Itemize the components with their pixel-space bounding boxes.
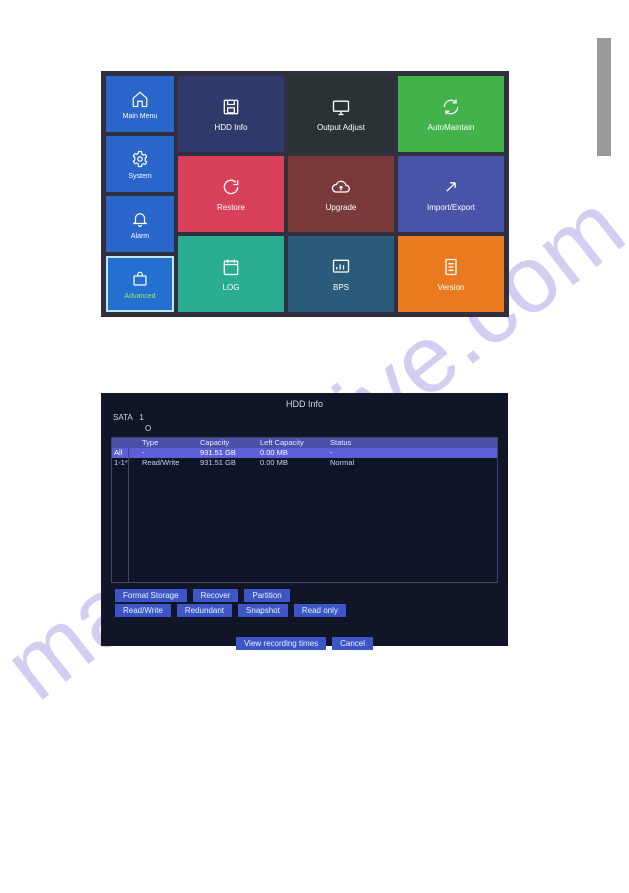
sata-status-row: O (109, 422, 500, 433)
calendar-icon (221, 257, 241, 277)
tile-label: Restore (217, 203, 245, 212)
tile-label: LOG (223, 283, 240, 292)
tile-log[interactable]: LOG (178, 236, 284, 312)
sidebar-item-system[interactable]: System (106, 136, 174, 192)
cell-status: - (330, 448, 398, 458)
table-vertical-separator (128, 448, 129, 582)
tile-upgrade[interactable]: Upgrade (288, 156, 394, 232)
tile-import-export[interactable]: Import/Export (398, 156, 504, 232)
action-row-1: Format Storage Recover Partition (115, 589, 494, 602)
cell-capacity: 931.51 GB (200, 448, 260, 458)
partition-button[interactable]: Partition (244, 589, 289, 602)
side-marker (597, 38, 611, 156)
dvr-dashboard: Main Menu System Alarm Advanced HDD I (101, 71, 509, 317)
bell-icon (130, 209, 150, 229)
dialog-title: HDD Info (109, 399, 500, 411)
col-capacity: Capacity (200, 438, 260, 448)
col-type: Type (142, 438, 200, 448)
tile-label: Version (438, 283, 465, 292)
sata-status: O (145, 424, 151, 433)
sidebar-label-system: System (128, 173, 151, 180)
cell-type: - (142, 448, 200, 458)
cloud-up-icon (331, 177, 351, 197)
tile-label: BPS (333, 283, 349, 292)
readonly-button[interactable]: Read only (294, 604, 346, 617)
tile-label: Output Adjust (317, 123, 365, 132)
sata-value: 1 (139, 413, 143, 422)
cell-type: Read/Write (142, 458, 200, 468)
sidebar-item-alarm[interactable]: Alarm (106, 196, 174, 252)
tile-output-adjust[interactable]: Output Adjust (288, 76, 394, 152)
monitor-icon (331, 97, 351, 117)
sata-row: SATA 1 (109, 411, 500, 422)
chart-icon (331, 257, 351, 277)
sidebar-item-main-menu[interactable]: Main Menu (106, 76, 174, 132)
col-status: Status (330, 438, 398, 448)
table-row[interactable]: All - 931.51 GB 0.00 MB - (112, 448, 497, 458)
reload-icon (221, 177, 241, 197)
cancel-button[interactable]: Cancel (332, 637, 373, 650)
tile-bps[interactable]: BPS (288, 236, 394, 312)
view-recording-times-button[interactable]: View recording times (236, 637, 326, 650)
tile-restore[interactable]: Restore (178, 156, 284, 232)
col-idx (114, 438, 142, 448)
tile-label: Upgrade (326, 203, 357, 212)
redundant-button[interactable]: Redundant (177, 604, 232, 617)
home-icon (130, 89, 150, 109)
action-row-2: Read/Write Redundant Snapshot Read only (115, 604, 494, 617)
hdd-table: Type Capacity Left Capacity Status All -… (111, 437, 498, 583)
col-left-capacity: Left Capacity (260, 438, 330, 448)
recover-button[interactable]: Recover (193, 589, 239, 602)
document-icon (441, 257, 461, 277)
tile-label: Import/Export (427, 203, 475, 212)
hdd-info-dialog: HDD Info SATA 1 O Type Capacity Left Cap… (101, 393, 508, 646)
tile-label: HDD Info (215, 123, 248, 132)
tile-hdd-info[interactable]: HDD Info (178, 76, 284, 152)
cell-left: 0.00 MB (260, 458, 330, 468)
bottom-row: View recording times Cancel (115, 637, 494, 650)
tile-grid: HDD Info Output Adjust AutoMaintain Rest… (178, 76, 504, 312)
tile-automaintain[interactable]: AutoMaintain (398, 76, 504, 152)
cell-status: Normal (330, 458, 398, 468)
toolbox-icon (130, 269, 150, 289)
sidebar: Main Menu System Alarm Advanced (106, 76, 174, 312)
sidebar-label-main-menu: Main Menu (123, 113, 158, 120)
sidebar-item-advanced[interactable]: Advanced (106, 256, 174, 312)
readwrite-button[interactable]: Read/Write (115, 604, 171, 617)
sata-label: SATA (113, 413, 133, 422)
refresh-icon (441, 97, 461, 117)
table-header: Type Capacity Left Capacity Status (112, 438, 497, 448)
expand-icon (441, 177, 461, 197)
col-spacer (398, 438, 497, 448)
tile-version[interactable]: Version (398, 236, 504, 312)
cell-capacity: 931.51 GB (200, 458, 260, 468)
cell-left: 0.00 MB (260, 448, 330, 458)
floppy-icon (221, 97, 241, 117)
format-storage-button[interactable]: Format Storage (115, 589, 187, 602)
gear-icon (130, 149, 150, 169)
sidebar-label-advanced: Advanced (124, 293, 155, 300)
snapshot-button[interactable]: Snapshot (238, 604, 288, 617)
table-row[interactable]: 1-1* Read/Write 931.51 GB 0.00 MB Normal (112, 458, 497, 468)
tile-label: AutoMaintain (428, 123, 475, 132)
sidebar-label-alarm: Alarm (131, 233, 149, 240)
